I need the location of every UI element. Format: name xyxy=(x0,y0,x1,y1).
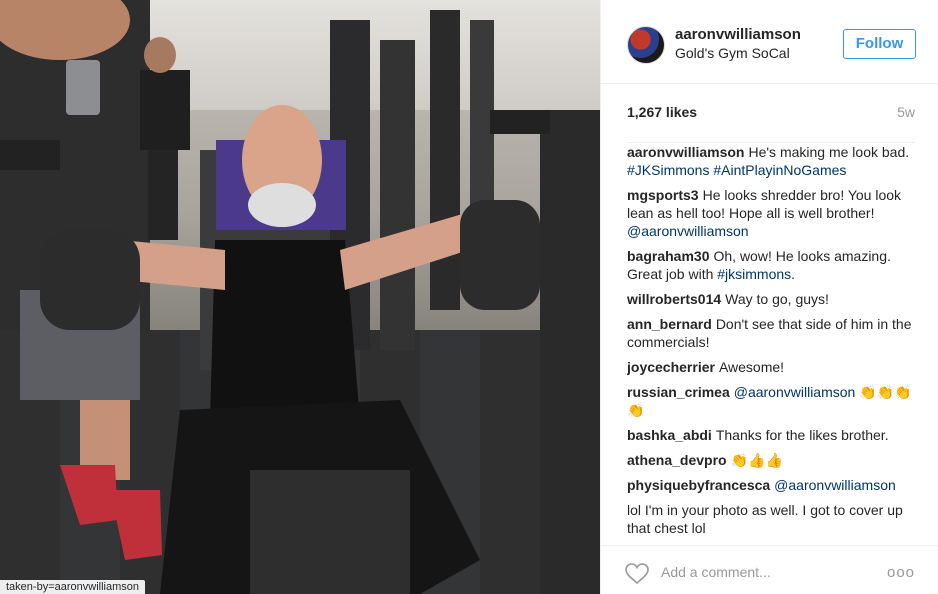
comment-text: He's making me look bad. xyxy=(748,144,910,160)
comment-author[interactable]: bagraham30 xyxy=(627,248,709,264)
comment-link[interactable]: #jksimmons. xyxy=(717,266,795,282)
post-age[interactable]: 5w xyxy=(897,104,915,120)
comment-author[interactable]: bashka_abdi xyxy=(627,427,712,443)
comments-list[interactable]: aaronvwilliamson He's making me look bad.… xyxy=(627,142,915,539)
comment-author[interactable]: ann_bernard xyxy=(627,316,712,332)
post-photo[interactable]: taken-by=aaronvwilliamson xyxy=(0,0,600,594)
comment-item: physiquebyfrancesca @aaronvwilliamson xyxy=(627,476,915,494)
comment-link[interactable]: @aaronvwilliamson xyxy=(627,223,749,239)
comment-item: aaronvwilliamson He's making me look bad.… xyxy=(627,143,915,179)
photo-illustration xyxy=(0,0,600,594)
comment-item: russian_crimea @aaronvwilliamson 👏👏👏👏 xyxy=(627,383,915,419)
comment-link[interactable]: @aaronvwilliamson xyxy=(774,477,896,493)
comment-author[interactable]: russian_crimea xyxy=(627,384,730,400)
comment-text: Way to go, guys! xyxy=(725,291,829,307)
comment-text: Awesome! xyxy=(718,359,785,375)
post-side-panel: aaronvwilliamson Gold's Gym SoCal Follow… xyxy=(600,0,938,594)
comment-author[interactable]: aaronvwilliamson xyxy=(627,144,744,160)
comment-author[interactable]: physiquebyfrancesca xyxy=(627,477,770,493)
follow-button[interactable]: Follow xyxy=(843,29,916,59)
more-options-icon[interactable]: ooo xyxy=(887,564,915,581)
add-comment-input[interactable]: Add a comment... xyxy=(661,564,771,580)
comment-author[interactable]: athena_devpro xyxy=(627,452,727,468)
heart-icon[interactable] xyxy=(625,563,649,585)
username-link[interactable]: aaronvwilliamson xyxy=(675,26,801,43)
comment-link[interactable]: #JKSimmons #AintPlayinNoGames xyxy=(627,162,846,178)
comment-item: ann_bernard Don't see that side of him in… xyxy=(627,315,915,351)
comment-author[interactable]: joycecherrier xyxy=(627,359,715,375)
likes-count[interactable]: 1,267 likes xyxy=(627,104,697,120)
location-link[interactable]: Gold's Gym SoCal xyxy=(675,45,790,61)
comment-author[interactable]: mgsports3 xyxy=(627,187,699,203)
comment-text: Thanks for the likes brother. xyxy=(715,427,889,443)
comment-item: athena_devpro 👏👍👍 xyxy=(627,451,915,469)
post-header: aaronvwilliamson Gold's Gym SoCal Follow xyxy=(601,0,938,84)
photo-source-tag: taken-by=aaronvwilliamson xyxy=(0,580,145,594)
comment-item: joycecherrier Awesome! xyxy=(627,358,915,376)
comment-item: willroberts014 Way to go, guys! xyxy=(627,290,915,308)
comment-item: mgsports3 He looks shredder bro! You look… xyxy=(627,186,915,240)
comment-footer: Add a comment... ooo xyxy=(601,545,938,594)
comment-item: bashka_abdi Thanks for the likes brother. xyxy=(627,426,915,444)
comment-text: 👏👍👍 xyxy=(730,452,783,468)
comment-text: lol I'm in your photo as well. I got to … xyxy=(627,502,903,536)
comment-author[interactable]: willroberts014 xyxy=(627,291,721,307)
avatar[interactable] xyxy=(627,26,665,64)
likes-row: 1,267 likes 5w xyxy=(627,104,915,122)
comment-item: bagraham30 Oh, wow! He looks amazing. Gre… xyxy=(627,247,915,283)
comment-item: lol I'm in your photo as well. I got to … xyxy=(627,501,915,537)
